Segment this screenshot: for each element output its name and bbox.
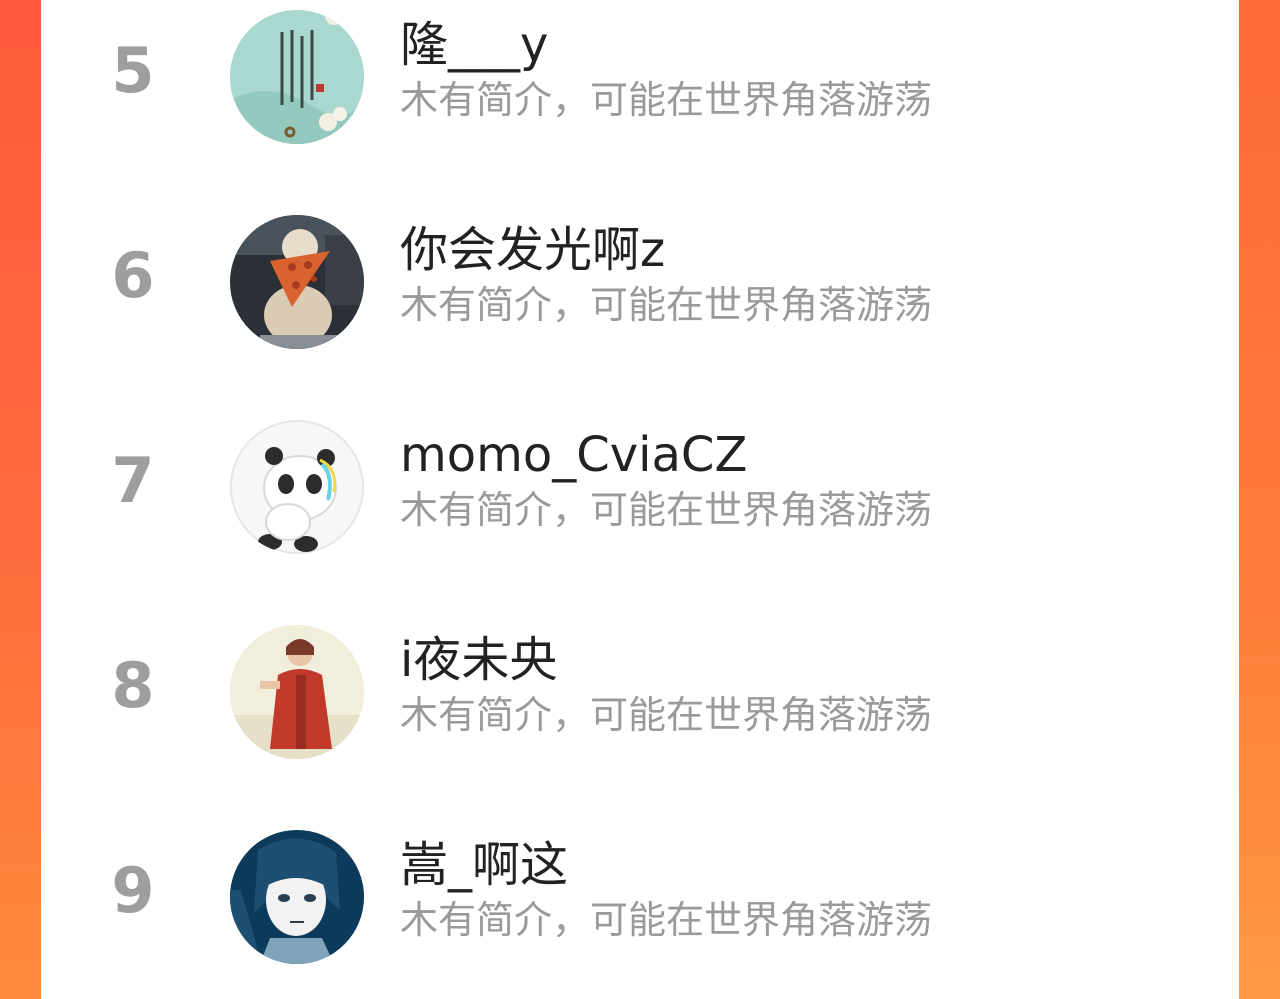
user-name[interactable]: 隆___y <box>400 14 548 76</box>
avatar[interactable] <box>230 625 364 759</box>
user-name[interactable]: i夜未央 <box>400 629 557 691</box>
avatar[interactable] <box>230 420 364 554</box>
list-item-rank-7[interactable]: 7 momo_CviaCZ 木有简介，可能在世界角落游荡 <box>41 410 1239 560</box>
user-name[interactable]: momo_CviaCZ <box>400 424 747 486</box>
rank-number: 5 <box>111 34 155 107</box>
avatar-image-panda <box>230 420 364 554</box>
avatar-image-dog <box>230 215 364 349</box>
ranking-list: 5 隆___y 木有简介，可能在世界角落游荡 6 你会发光啊z 木有简介，可能在… <box>41 0 1239 999</box>
rank-number: 7 <box>111 444 155 517</box>
avatar-image-calligraphy <box>230 10 364 144</box>
list-item-rank-8[interactable]: 8 i夜未央 木有简介，可能在世界角落游荡 <box>41 615 1239 765</box>
user-name[interactable]: 嵩_啊这 <box>400 834 568 896</box>
list-item-rank-6[interactable]: 6 你会发光啊z 木有简介，可能在世界角落游荡 <box>41 205 1239 355</box>
avatar[interactable] <box>230 215 364 349</box>
avatar[interactable] <box>230 830 364 964</box>
list-item-rank-9[interactable]: 9 嵩_啊这 木有简介，可能在世界角落游荡 <box>41 820 1239 970</box>
avatar[interactable] <box>230 10 364 144</box>
rank-number: 8 <box>111 649 155 722</box>
user-bio: 木有简介，可能在世界角落游荡 <box>400 693 933 737</box>
rank-number: 9 <box>111 854 155 927</box>
background-right-edge <box>1238 0 1280 999</box>
rank-number: 6 <box>111 239 155 312</box>
user-bio: 木有简介，可能在世界角落游荡 <box>400 488 933 532</box>
user-bio: 木有简介，可能在世界角落游荡 <box>400 283 933 327</box>
user-bio: 木有简介，可能在世界角落游荡 <box>400 898 933 942</box>
avatar-image-anime-character <box>230 830 364 964</box>
user-name[interactable]: 你会发光啊z <box>400 219 665 281</box>
user-bio: 木有简介，可能在世界角落游荡 <box>400 78 933 122</box>
avatar-image-girl-red-coat <box>230 625 364 759</box>
list-item-rank-5[interactable]: 5 隆___y 木有简介，可能在世界角落游荡 <box>41 0 1239 150</box>
